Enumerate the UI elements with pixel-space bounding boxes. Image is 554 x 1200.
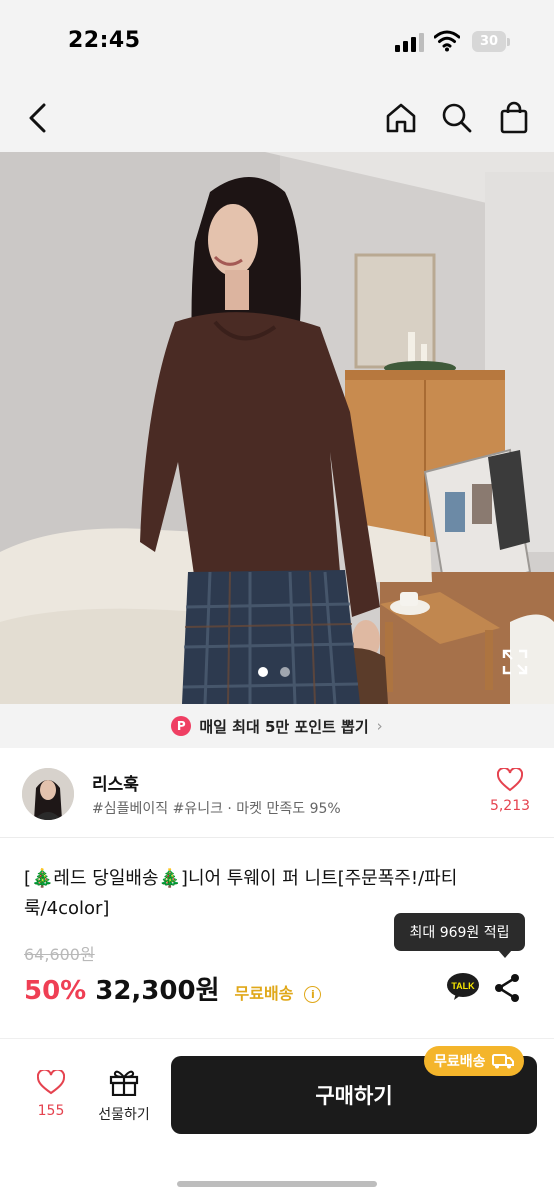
point-badge-icon: P [171, 716, 192, 736]
home-icon [386, 103, 416, 133]
gift-button[interactable]: 선물하기 [88, 1068, 160, 1124]
search-icon [442, 103, 472, 133]
seller-like-count: 5,213 [489, 798, 531, 814]
seller-name[interactable]: 리스훅 [92, 770, 139, 795]
seller-avatar-image [22, 768, 74, 820]
shopping-bag-icon [500, 101, 528, 134]
top-nav [0, 84, 554, 152]
point-promo-banner[interactable]: P 매일 최대 5만 포인트 뽑기 › [0, 704, 554, 748]
status-time: 22:45 [68, 28, 141, 53]
chevron-left-icon [29, 103, 46, 133]
seller-avatar[interactable] [22, 768, 74, 820]
status-bar: 22:45 30 [0, 0, 554, 84]
product-like-button[interactable]: 155 [28, 1068, 74, 1119]
heart-icon [36, 1068, 66, 1095]
seller-like-button[interactable]: 5,213 [488, 766, 532, 814]
heart-icon [496, 766, 524, 792]
product-detail-page: 22:45 30 P 매일 최대 5만 포인트 뽑기 › 리스훅 #심플베이직 … [0, 0, 554, 1200]
cellular-signal-icon [395, 33, 424, 52]
gift-icon [109, 1070, 139, 1097]
wifi-icon [434, 30, 460, 52]
battery-cap [507, 38, 510, 46]
product-like-count: 155 [37, 1103, 65, 1119]
gift-label: 선물하기 [98, 1107, 150, 1123]
carousel-dot-2[interactable] [280, 667, 290, 677]
sale-price: 32,300원 [95, 976, 220, 1006]
free-shipping-badge-label: 무료배송 [434, 1054, 486, 1070]
carousel-indicator [258, 667, 290, 677]
product-image[interactable] [0, 152, 554, 704]
tooltip-tail [498, 950, 512, 958]
seller-section[interactable]: 리스훅 #심플베이직 #유니크 · 마켓 만족도 95% 5,213 [0, 748, 554, 838]
expand-icon[interactable] [501, 648, 529, 676]
talk-label: TALK [451, 981, 475, 991]
carousel-dot-1[interactable] [258, 667, 268, 677]
points-tooltip: 최대 969원 적립 [394, 913, 525, 951]
info-icon[interactable]: i [304, 986, 322, 1003]
original-price: 64,600원 [24, 945, 95, 964]
discount-rate: 50% [24, 976, 87, 1006]
free-shipping-label: 무료배송 [234, 984, 294, 1003]
truck-icon [491, 1054, 514, 1069]
cart-button[interactable] [494, 98, 534, 138]
share-icon[interactable] [492, 972, 522, 1004]
home-button[interactable] [381, 98, 421, 138]
search-button[interactable] [437, 98, 477, 138]
seller-tags: #심플베이직 #유니크 · 마켓 만족도 95% [92, 801, 341, 817]
free-shipping-badge: 무료배송 [424, 1046, 524, 1076]
chevron-right-icon: › [376, 717, 383, 735]
battery-indicator: 30 [472, 31, 506, 52]
back-button[interactable] [18, 98, 58, 138]
price-row: 50% 32,300원 무료배송 i [24, 970, 322, 1007]
home-indicator [177, 1181, 377, 1187]
kakao-talk-icon[interactable]: TALK [446, 972, 480, 1002]
promo-text: 매일 최대 5만 포인트 뽑기 [199, 717, 369, 736]
product-photo [0, 152, 554, 704]
